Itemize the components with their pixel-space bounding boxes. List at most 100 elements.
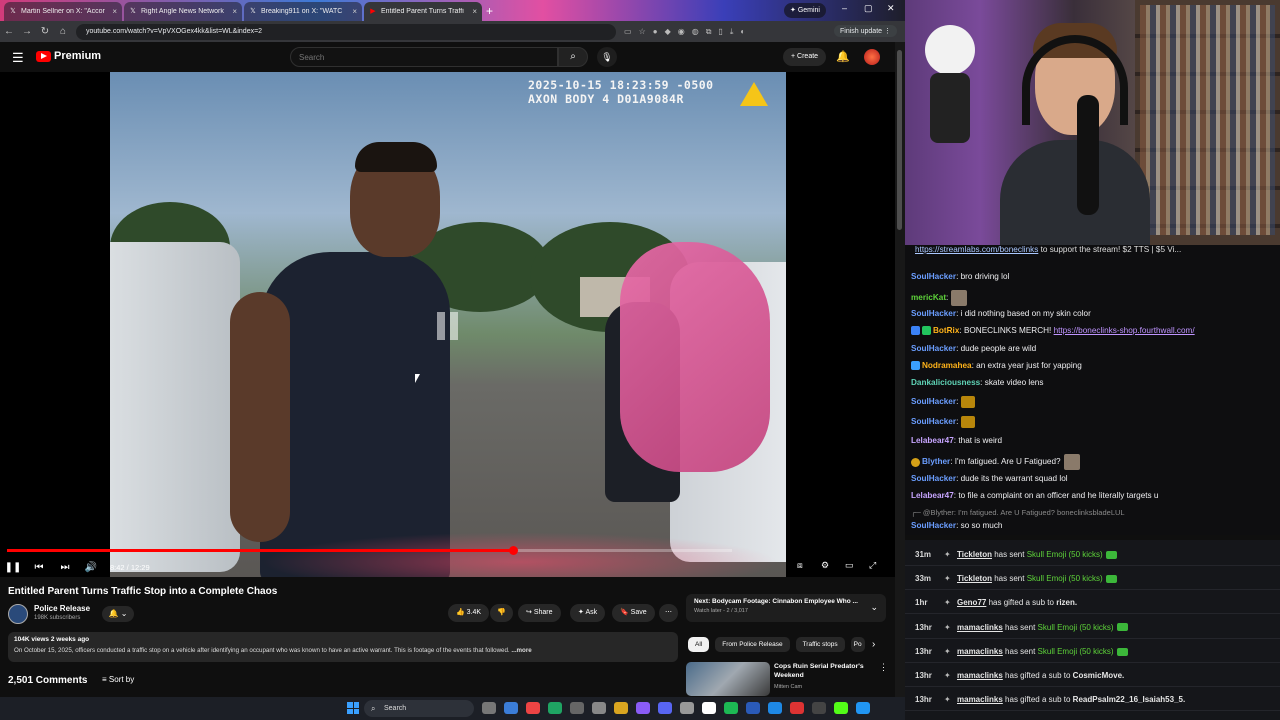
close-icon[interactable]: ×	[352, 7, 357, 16]
chrome-icon[interactable]	[526, 702, 540, 714]
channel-name[interactable]: Police Release	[34, 604, 90, 613]
playlist-next-panel[interactable]: Next: Bodycam Footage: Cinnabon Employee…	[686, 594, 886, 622]
app-icon[interactable]	[790, 702, 804, 714]
recommended-title[interactable]: Cops Ruin Serial Predator's Weekend	[774, 662, 874, 680]
windows-start-icon[interactable]	[347, 702, 359, 714]
chat-username[interactable]: SoulHacker	[911, 474, 956, 483]
search-input[interactable]	[290, 47, 558, 67]
progress-scrubber[interactable]	[508, 546, 518, 555]
event-user[interactable]: Tickleton	[957, 550, 992, 559]
chip-all[interactable]: All	[688, 637, 710, 652]
more-actions-button[interactable]: ⋯	[659, 604, 678, 622]
chip-traffic-stops[interactable]: Traffic stops	[795, 637, 845, 652]
captions-icon[interactable]: ⧈	[797, 560, 803, 571]
chrome-beta-icon[interactable]	[548, 702, 562, 714]
chat-username[interactable]: Dankaliciousness	[911, 378, 980, 387]
tab-martin-sellner[interactable]: 𝕏 Martin Sellner on X: "Accor ×	[4, 2, 122, 21]
kick-icon[interactable]	[834, 702, 848, 714]
puzzle-icon[interactable]: ⧉	[706, 27, 712, 37]
event-user[interactable]: Tickleton	[957, 574, 992, 583]
chat-username[interactable]: SoulHacker	[911, 521, 956, 530]
chat-username[interactable]: SoulHacker	[911, 309, 956, 318]
chip-from-channel[interactable]: From Police Release	[715, 637, 790, 652]
previous-icon[interactable]: ⏮	[26, 562, 52, 573]
tab-youtube-video[interactable]: ▶ Entitled Parent Turns Traffi ×	[364, 2, 482, 21]
chip-more[interactable]: Po	[850, 637, 865, 652]
event-user[interactable]: mamaclinks	[957, 647, 1003, 656]
chat-username[interactable]: SoulHacker	[911, 272, 956, 281]
chat-username[interactable]: Nodramahea	[922, 361, 972, 370]
chat-username[interactable]: Blyther	[922, 457, 950, 466]
app-icon[interactable]	[570, 702, 584, 714]
spotify-icon[interactable]	[724, 702, 738, 714]
more-link[interactable]: ...more	[511, 647, 531, 654]
chevron-down-icon[interactable]: ⌄	[870, 602, 878, 613]
scrollbar-thumb[interactable]	[897, 50, 902, 230]
task-view-icon[interactable]	[482, 702, 496, 714]
chat-username[interactable]: BotRix	[933, 326, 959, 335]
app-icon[interactable]	[680, 702, 694, 714]
event-user[interactable]: mamaclinks	[957, 623, 1003, 632]
chat-username[interactable]: SoulHacker	[911, 417, 956, 426]
app-icon[interactable]	[856, 702, 870, 714]
chevron-right-icon[interactable]: ›	[872, 639, 875, 650]
app-icon[interactable]	[812, 702, 826, 714]
url-field[interactable]: youtube.com/watch?v=VpVXOGex4kk&list=WL&…	[76, 23, 616, 40]
minimize-icon[interactable]: –	[842, 3, 847, 13]
voice-search-button[interactable]: 🎙	[597, 47, 617, 67]
volume-icon[interactable]: 🔊	[78, 562, 104, 573]
sidebar-icon[interactable]: ▯	[718, 27, 722, 37]
more-vert-icon[interactable]: ⋮	[879, 662, 888, 673]
close-icon[interactable]: ×	[112, 7, 117, 16]
theater-mode-icon[interactable]: ▭	[845, 560, 854, 571]
reload-icon[interactable]: ↻	[36, 26, 54, 37]
close-icon[interactable]: ×	[472, 7, 477, 16]
dislike-button[interactable]: 👎	[490, 604, 513, 622]
share-button[interactable]: ↪ Share	[518, 604, 561, 622]
pinned-link[interactable]: https://streamlabs.com/boneclinks	[915, 245, 1038, 254]
app-icon[interactable]	[768, 702, 782, 714]
video-frame[interactable]: 2025-10-15 18:23:59 -0500 AXON BODY 4 D0…	[110, 72, 786, 577]
extension-icon[interactable]: ◍	[692, 27, 699, 37]
app-icon[interactable]	[592, 702, 606, 714]
next-icon[interactable]: ⏭	[52, 562, 78, 573]
gemini-button[interactable]: ✦ Gemini	[784, 3, 826, 18]
chat-link[interactable]: https://boneclinks-shop.fourthwall.com/	[1054, 326, 1195, 335]
avatar[interactable]	[864, 49, 880, 65]
save-button[interactable]: 🔖 Save	[612, 604, 655, 622]
channel-avatar[interactable]	[8, 604, 28, 624]
finish-update-button[interactable]: Finish update ⋮	[834, 25, 897, 37]
hamburger-menu-icon[interactable]: ☰	[12, 50, 24, 66]
progress-bar[interactable]	[7, 546, 732, 555]
new-tab-icon[interactable]: +	[486, 4, 493, 18]
settings-gear-icon[interactable]: ⚙	[821, 560, 829, 571]
taskbar-search[interactable]: ⌕ Search	[364, 700, 474, 717]
chat-username[interactable]: SoulHacker	[911, 397, 956, 406]
file-explorer-icon[interactable]	[614, 702, 628, 714]
search-button[interactable]: ⌕	[558, 47, 588, 67]
chat-username[interactable]: mericKat	[911, 293, 946, 302]
event-user[interactable]: mamaclinks	[957, 695, 1003, 704]
discord-icon[interactable]	[658, 702, 672, 714]
maximize-icon[interactable]: ▢	[864, 3, 873, 14]
youtube-logo[interactable]: Premium	[36, 50, 101, 62]
forward-icon[interactable]: →	[18, 26, 36, 37]
tab-right-angle[interactable]: 𝕏 Right Angle News Network ×	[124, 2, 242, 21]
star-icon[interactable]: ☆	[639, 27, 646, 37]
profile-icon[interactable]: ◐	[740, 27, 745, 37]
fullscreen-icon[interactable]: ⤢	[869, 560, 876, 571]
edge-icon[interactable]	[504, 702, 518, 714]
tab-breaking911[interactable]: 𝕏 Breaking911 on X: "WATC ×	[244, 2, 362, 21]
ask-button[interactable]: ✦ Ask	[570, 604, 606, 622]
event-user[interactable]: mamaclinks	[957, 671, 1003, 680]
chat-username[interactable]: Lelabear47	[911, 491, 954, 500]
app-icon[interactable]	[636, 702, 650, 714]
window-close-icon[interactable]: ✕	[887, 3, 895, 14]
chat-username[interactable]: Lelabear47	[911, 436, 954, 445]
close-icon[interactable]: ×	[232, 7, 237, 16]
app-icon[interactable]	[746, 702, 760, 714]
subscribed-button[interactable]: 🔔 ⌄	[102, 606, 134, 622]
create-button[interactable]: + Create	[783, 48, 827, 66]
extension-icon[interactable]: ●	[653, 27, 658, 37]
notifications-bell-icon[interactable]: 🔔	[836, 50, 850, 63]
